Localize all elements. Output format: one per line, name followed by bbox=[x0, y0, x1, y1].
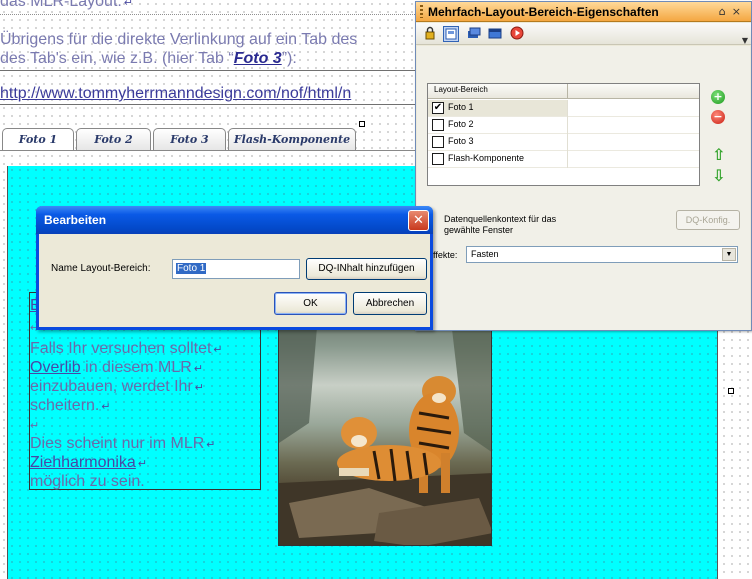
checkbox[interactable]: ✔ bbox=[432, 102, 444, 114]
list-item[interactable]: ✔ Foto 1 bbox=[428, 100, 699, 117]
name-layout-area-label: Name Layout-Bereich: bbox=[51, 263, 151, 274]
edit-dialog: Bearbeiten ✕ Name Layout-Bereich: Foto 1… bbox=[36, 206, 433, 330]
ziehharmonika-link[interactable]: Ziehharmonika bbox=[30, 454, 136, 471]
properties-panel: Mehrfach-Layout-Bereich-Eigenschaften ⌂×… bbox=[415, 1, 752, 331]
rule-line bbox=[0, 70, 415, 71]
list-item-label: Flash-Komponente bbox=[448, 153, 525, 163]
effects-select[interactable]: Fasten ▼ bbox=[466, 246, 738, 263]
tiger-illustration bbox=[279, 303, 491, 545]
panel-toolbar bbox=[416, 23, 751, 45]
text-line: Ziehharmonika ↵ bbox=[30, 454, 148, 471]
window-icon[interactable] bbox=[487, 26, 503, 42]
dialog-titlebar[interactable]: Bearbeiten ✕ bbox=[36, 206, 433, 234]
text-line-1: das MLR-Layout. ↵ bbox=[0, 0, 133, 11]
dq-konfig-button[interactable]: DQ-Konfig. bbox=[676, 210, 740, 230]
close-icon[interactable]: ✕ bbox=[408, 210, 429, 231]
grip-handle[interactable] bbox=[420, 5, 423, 18]
foto-3-link[interactable]: Foto 3 bbox=[234, 50, 282, 67]
tab-foto-3[interactable]: Foto 3 bbox=[153, 128, 226, 150]
pin-icon[interactable]: ⌂ bbox=[719, 5, 732, 18]
column-header-layout-bereich[interactable]: Layout-Bereich bbox=[434, 85, 488, 94]
tab-flash-komponente[interactable]: Flash-Komponente bbox=[228, 128, 356, 150]
dialog-title: Bearbeiten bbox=[44, 213, 107, 227]
tab-foto-2[interactable]: Foto 2 bbox=[76, 128, 151, 150]
close-icon[interactable]: × bbox=[732, 5, 747, 18]
move-up-icon[interactable]: ⇧ bbox=[712, 145, 725, 164]
ok-button[interactable]: OK bbox=[274, 292, 347, 315]
add-icon[interactable]: + bbox=[711, 90, 725, 104]
input-value: Foto 1 bbox=[176, 263, 207, 274]
tab-strip: Foto 1 Foto 2 Foto 3 Flash-Komponente bbox=[2, 128, 362, 151]
list-item-label: Foto 2 bbox=[448, 119, 474, 129]
layers-icon[interactable] bbox=[466, 26, 482, 42]
overlib-link[interactable]: Overlib bbox=[30, 359, 81, 376]
return-mark: ↵ bbox=[123, 0, 134, 9]
text-line: Dies scheint nur im MLR ↵ bbox=[30, 435, 216, 452]
list-item-label: Foto 1 bbox=[448, 102, 474, 112]
context-label: Datenquellenkontext für das gewählte Fen… bbox=[444, 214, 557, 235]
cancel-button[interactable]: Abbrechen bbox=[353, 292, 427, 315]
lock-icon[interactable] bbox=[422, 26, 438, 42]
list-item[interactable]: Foto 3 bbox=[428, 134, 699, 151]
dotted-guide bbox=[0, 14, 415, 15]
text-line: möglich zu sein. bbox=[30, 473, 145, 490]
move-down-icon[interactable]: ⇩ bbox=[712, 166, 725, 185]
play-icon[interactable] bbox=[509, 26, 525, 42]
text-line: einzubauen, werdet Ihr ↵ bbox=[30, 378, 204, 395]
page-icon[interactable] bbox=[443, 26, 459, 42]
list-item[interactable]: Foto 2 bbox=[428, 117, 699, 134]
resize-handle[interactable] bbox=[728, 388, 734, 394]
list-header[interactable]: Layout-Bereich bbox=[428, 84, 699, 99]
effects-label: ffekte: bbox=[433, 250, 458, 260]
list-item[interactable]: Flash-Komponente bbox=[428, 151, 699, 168]
name-layout-area-input[interactable]: Foto 1 bbox=[172, 259, 300, 279]
panel-body: Layout-Bereich ✔ Foto 1 Foto 2 Foto 3 Fl… bbox=[417, 46, 750, 330]
panel-titlebar[interactable]: Mehrfach-Layout-Bereich-Eigenschaften ⌂× bbox=[416, 2, 751, 22]
return-mark: ↵ bbox=[30, 420, 40, 432]
checkbox[interactable] bbox=[432, 136, 444, 148]
list-item-label: Foto 3 bbox=[448, 136, 474, 146]
tiger-image[interactable] bbox=[278, 302, 492, 546]
scroll-down-icon[interactable]: ▼ bbox=[742, 36, 748, 45]
text-line: Overlib in diesem MLR ↵ bbox=[30, 359, 204, 376]
text-line-3: des Tab's ein, wie z.B. (hier Tab “Foto … bbox=[0, 50, 297, 67]
remove-icon[interactable]: − bbox=[711, 110, 725, 124]
layout-area-list[interactable]: Layout-Bereich ✔ Foto 1 Foto 2 Foto 3 Fl… bbox=[427, 83, 700, 186]
effects-value: Fasten bbox=[471, 249, 499, 259]
text-line: scheitern. ↵ bbox=[30, 397, 111, 414]
tab-foto-1[interactable]: Foto 1 bbox=[2, 128, 74, 151]
rule-line bbox=[0, 104, 415, 105]
checkbox[interactable] bbox=[432, 153, 444, 165]
checkbox[interactable] bbox=[432, 119, 444, 131]
panel-title: Mehrfach-Layout-Bereich-Eigenschaften bbox=[428, 5, 659, 19]
resize-handle[interactable] bbox=[359, 121, 365, 127]
dq-add-content-button[interactable]: DQ-INhalt hinzufügen bbox=[306, 258, 427, 280]
text-line: Falls Ihr versuchen solltet ↵ bbox=[30, 340, 223, 357]
text-line-2: Übrigens für die direkte Verlinkung auf … bbox=[0, 31, 358, 48]
chevron-down-icon[interactable]: ▼ bbox=[722, 248, 736, 261]
url-line[interactable]: http://www.tommyherrmanndesign.com/nof/h… bbox=[0, 85, 351, 103]
